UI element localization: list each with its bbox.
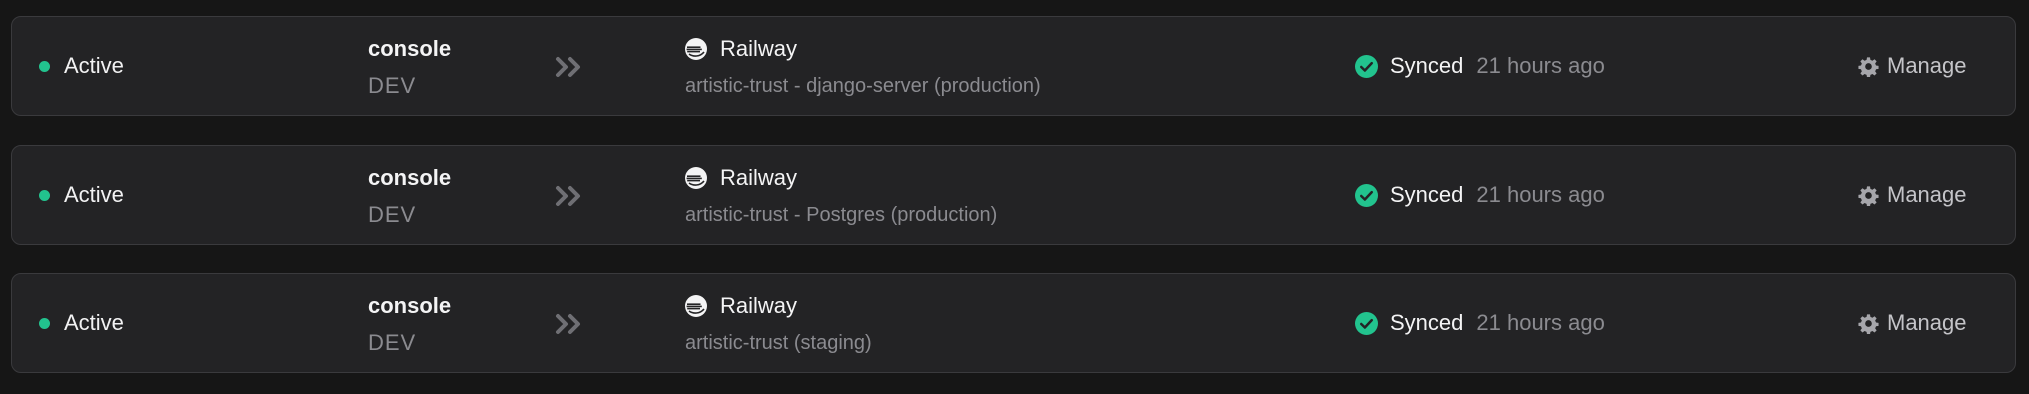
- gear-icon: [1858, 313, 1879, 334]
- manage-label: Manage: [1887, 310, 1967, 335]
- environment-tag: DEV: [368, 202, 417, 227]
- environment-name: console: [368, 165, 452, 190]
- chevrons-right-icon: [556, 186, 580, 206]
- sync-row: Active console DEV Railway artistic-trus…: [11, 145, 2016, 245]
- sync-status-label: Synced: [1390, 53, 1464, 78]
- sync-status-label: Synced: [1390, 182, 1464, 207]
- target-service: artistic-trust - Postgres (production): [685, 204, 998, 226]
- status-label: Active: [64, 53, 124, 78]
- active-status-dot: [39, 60, 50, 72]
- provider-name: Railway: [720, 165, 798, 190]
- manage-button[interactable]: Manage: [1858, 146, 1967, 244]
- active-status-dot: [39, 317, 50, 329]
- provider-name: Railway: [720, 293, 798, 318]
- manage-button[interactable]: Manage: [1858, 274, 1967, 372]
- environment-name: console: [368, 293, 452, 318]
- status-label: Active: [64, 310, 124, 335]
- active-status-dot: [39, 189, 50, 201]
- target-service: artistic-trust (staging): [685, 332, 872, 354]
- status: Active: [39, 17, 124, 115]
- sync-row: Active console DEV Railway artistic-trus…: [11, 273, 2016, 373]
- sync-row: Active console DEV Railway artistic-trus…: [11, 16, 2016, 116]
- integration-sync-list: Active console DEV Railway artistic-trus…: [0, 0, 2029, 394]
- chevrons-right-icon: [556, 57, 580, 77]
- railway-logo-icon: [685, 295, 707, 317]
- chevrons-right-icon: [556, 314, 580, 334]
- sync-status: Synced 21 hours ago: [1355, 146, 1605, 244]
- source-environment: console DEV: [368, 163, 451, 230]
- provider-name: Railway: [720, 36, 798, 61]
- environment-tag: DEV: [368, 330, 417, 355]
- sync-status: Synced 21 hours ago: [1355, 274, 1605, 372]
- gear-icon: [1858, 185, 1879, 206]
- check-circle-icon: [1355, 54, 1378, 78]
- sync-timestamp: 21 hours ago: [1476, 310, 1605, 335]
- gear-icon: [1858, 56, 1879, 77]
- sync-status-label: Synced: [1390, 310, 1464, 335]
- railway-logo-icon: [685, 167, 707, 189]
- manage-button[interactable]: Manage: [1858, 17, 1967, 115]
- source-environment: console DEV: [368, 34, 451, 101]
- source-environment: console DEV: [368, 291, 451, 358]
- manage-label: Manage: [1887, 53, 1967, 78]
- environment-tag: DEV: [368, 73, 417, 98]
- sync-target: Railway artistic-trust (staging): [685, 291, 872, 358]
- environment-name: console: [368, 36, 452, 61]
- status: Active: [39, 146, 124, 244]
- railway-logo-icon: [685, 38, 707, 60]
- status: Active: [39, 274, 124, 372]
- target-service: artistic-trust - django-server (producti…: [685, 75, 1041, 97]
- status-label: Active: [64, 182, 124, 207]
- sync-status: Synced 21 hours ago: [1355, 17, 1605, 115]
- sync-timestamp: 21 hours ago: [1476, 182, 1605, 207]
- check-circle-icon: [1355, 311, 1378, 335]
- sync-target: Railway artistic-trust - Postgres (produ…: [685, 163, 997, 230]
- check-circle-icon: [1355, 183, 1378, 207]
- manage-label: Manage: [1887, 182, 1967, 207]
- sync-target: Railway artistic-trust - django-server (…: [685, 34, 1041, 101]
- sync-timestamp: 21 hours ago: [1476, 53, 1605, 78]
